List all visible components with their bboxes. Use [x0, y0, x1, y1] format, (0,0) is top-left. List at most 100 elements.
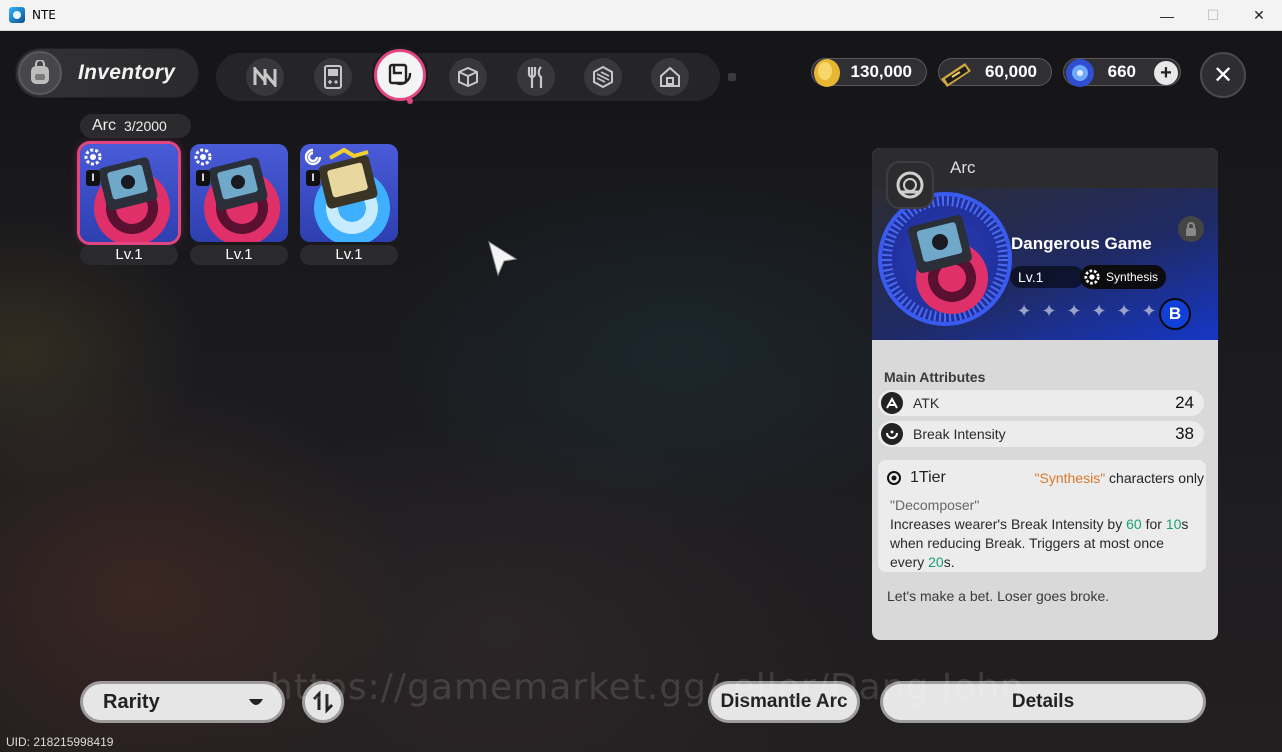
panel-category-title: Arc: [950, 158, 976, 177]
tier-header: 1Tier "Synthesis" characters only: [886, 466, 1204, 490]
synthesis-tag: Synthesis: [1080, 265, 1166, 289]
star-icon: ✦: [1041, 301, 1057, 321]
currency-ticket-value: 60,000: [985, 62, 1037, 81]
tab-home[interactable]: [651, 58, 689, 96]
gear-icon: [194, 148, 212, 166]
inventory-title: Inventory: [78, 61, 176, 84]
star-icon: ✦: [1091, 301, 1107, 321]
crystal-icon: [1066, 59, 1094, 87]
attribute-row-atk: ATK 24: [878, 390, 1204, 416]
sort-arrows-icon: [312, 690, 334, 714]
tab-n[interactable]: [246, 58, 284, 96]
tab-material[interactable]: [584, 58, 622, 96]
desc-text: s.: [943, 554, 955, 570]
main-attributes-title: Main Attributes: [884, 369, 986, 385]
inventory-header: Inventory: [16, 49, 198, 97]
n-logo-icon: [253, 67, 277, 87]
rank-badge: B: [1159, 298, 1191, 330]
star-icon: ✦: [1016, 301, 1032, 321]
item-level: Lv.1: [1010, 266, 1084, 288]
tier-description: "Decomposer" Increases wearer's Break In…: [890, 496, 1202, 572]
minimize-button[interactable]: —: [1144, 0, 1190, 31]
sort-dropdown[interactable]: Rarity: [80, 681, 285, 723]
item-level-label: Lv.1: [80, 245, 178, 265]
tabs-scroll-indicator: [728, 73, 736, 81]
item-art-circle: [878, 192, 1012, 326]
window-close-button[interactable]: ✕: [1236, 0, 1282, 31]
currency-gold: 130,000: [811, 58, 927, 87]
house-icon: [660, 66, 680, 87]
window-controls: — ☐ ✕: [1144, 0, 1282, 31]
lock-button[interactable]: [1178, 216, 1204, 242]
skill-description: Increases wearer's Break Intensity by 60…: [890, 515, 1202, 572]
add-currency-button[interactable]: +: [1154, 61, 1178, 85]
panel-category-tab: [886, 161, 934, 209]
window-titlebar: NTE — ☐ ✕: [0, 0, 1282, 31]
active-tab-dot: [407, 98, 413, 104]
desc-value: 10: [1165, 516, 1182, 532]
synthesis-tag-label: Synthesis: [1106, 270, 1159, 284]
fork-knife-icon: [527, 66, 543, 88]
lock-icon: [1186, 222, 1196, 236]
flavor-text: Let's make a bet. Loser goes broke.: [887, 588, 1110, 604]
tier-badge: I: [86, 170, 100, 186]
gameboy-icon: [324, 65, 342, 89]
arc-icon: [388, 63, 412, 85]
tier-effect-box: 1Tier "Synthesis" characters only "Decom…: [878, 460, 1206, 572]
category-label: Arc: [92, 117, 116, 134]
attribute-value: 38: [1175, 424, 1194, 443]
tab-box[interactable]: [449, 58, 487, 96]
arc-item-card[interactable]: I: [190, 144, 288, 242]
tab-arc[interactable]: [374, 49, 426, 104]
star-icon: ✦: [1141, 301, 1157, 321]
user-id: UID: 218215998419: [6, 735, 114, 749]
currency-crystal-value: 660: [1107, 62, 1136, 81]
window-title: NTE: [32, 8, 56, 22]
close-inventory-button[interactable]: ✕: [1200, 52, 1246, 98]
arc-item-card[interactable]: I: [300, 144, 398, 242]
item-level-label: Lv.1: [300, 245, 398, 265]
category-tabs: [216, 49, 720, 104]
gold-coin-icon: [814, 59, 840, 87]
game-scene: Inventory 130,000 60,000 660 + ✕ Arc 3/2…: [0, 31, 1282, 752]
item-count: 3/2000: [124, 118, 167, 134]
star-icon: ✦: [1116, 301, 1132, 321]
attribute-row-break: Break Intensity 38: [878, 421, 1204, 447]
atk-icon: [881, 392, 903, 414]
tab-device[interactable]: [314, 58, 352, 96]
gear-icon: [84, 148, 102, 166]
target-icon: [887, 471, 901, 485]
desc-value: 60: [1126, 516, 1142, 532]
break-icon: [881, 423, 903, 445]
ticket-icon: [941, 63, 971, 87]
dismantle-arc-button[interactable]: Dismantle Arc: [708, 681, 860, 723]
attribute-name: Break Intensity: [913, 426, 1006, 442]
currency-gold-value: 130,000: [850, 62, 912, 81]
attribute-name: ATK: [913, 395, 940, 411]
arc-count-label: Arc 3/2000: [80, 114, 191, 138]
arc-item-card[interactable]: I: [80, 144, 178, 242]
tier-name: 1Tier: [910, 469, 946, 486]
arc-art-image: [882, 196, 1008, 322]
star-rating: ✦ ✦ ✦ ✦ ✦ ✦: [1014, 301, 1159, 321]
tier-condition-highlight: "Synthesis": [1034, 470, 1106, 486]
item-detail-panel: Arc Dangerous Game Lv.1 Synthesis ✦ ✦ ✦: [872, 148, 1218, 640]
app-icon: [9, 7, 25, 23]
disc-icon: [896, 171, 924, 199]
tab-food[interactable]: [517, 58, 555, 96]
item-name: Dangerous Game: [1011, 234, 1152, 253]
details-button[interactable]: Details: [880, 681, 1206, 723]
gear-icon: [1084, 269, 1100, 285]
desc-value: 20: [928, 554, 944, 570]
cube-pattern-icon: [593, 65, 613, 89]
tier-badge: I: [306, 170, 320, 186]
tier-condition: "Synthesis" characters only: [1035, 470, 1204, 486]
sort-dropdown-label: Rarity: [103, 690, 160, 713]
tier-condition-text: characters only: [1105, 470, 1204, 486]
desc-text: Increases wearer's Break Intensity by: [890, 516, 1127, 532]
currency-ticket: 60,000: [938, 58, 1052, 87]
desc-text: for: [1141, 516, 1166, 532]
maximize-button[interactable]: ☐: [1190, 0, 1236, 31]
sort-order-button[interactable]: [302, 681, 344, 723]
star-icon: ✦: [1066, 301, 1082, 321]
